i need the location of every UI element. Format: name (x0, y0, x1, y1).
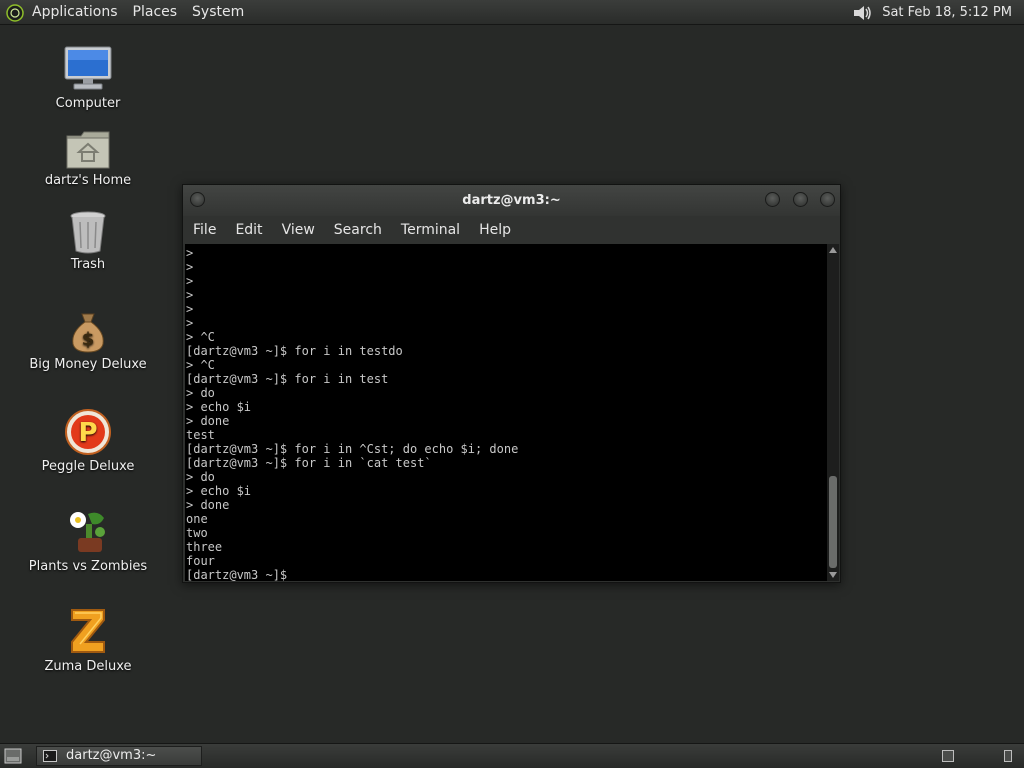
menu-places[interactable]: Places (133, 0, 178, 25)
svg-text:$: $ (82, 329, 95, 350)
terminal-line: > ^C (186, 330, 215, 344)
terminal-line: > ^C (186, 358, 215, 372)
terminal-line: four (186, 554, 215, 568)
terminal-line: > (186, 302, 194, 316)
desktop-icon-zuma[interactable]: Zuma Deluxe (23, 606, 153, 674)
show-desktop-icon[interactable] (4, 748, 22, 764)
maximize-button[interactable] (793, 192, 808, 207)
home-folder-icon (66, 131, 110, 169)
terminal-line: three (186, 540, 223, 554)
menu-view[interactable]: View (282, 222, 315, 238)
workspace-2[interactable] (1004, 750, 1012, 762)
svg-text:P: P (78, 418, 97, 448)
taskbar-button-label: dartz@vm3:~ (66, 748, 157, 763)
terminal-line: > (186, 274, 194, 288)
top-panel-menus: Applications Places System (6, 0, 259, 25)
desktop-icon-label: Plants vs Zombies (28, 559, 148, 574)
desktop-icon-label: Computer (55, 96, 121, 111)
terminal-line: > echo $i (186, 400, 252, 414)
gnome-foot-icon[interactable] (6, 3, 24, 22)
zuma-icon (71, 609, 105, 653)
system-tray: Sat Feb 18, 5:12 PM (851, 0, 1012, 25)
menu-search[interactable]: Search (334, 222, 382, 238)
desktop-icon-plants-vs-zombies[interactable]: Plants vs Zombies (23, 508, 153, 574)
computer-icon (64, 46, 112, 90)
terminal-line: [dartz@vm3 ~]$ for i in test (186, 372, 389, 386)
top-panel: Applications Places System Sat Feb 18, 5… (0, 0, 1024, 25)
menu-file[interactable]: File (193, 222, 216, 238)
menu-applications[interactable]: Applications (32, 0, 118, 25)
clock[interactable]: Sat Feb 18, 5:12 PM (882, 5, 1012, 20)
terminal-line: [dartz@vm3 ~]$ (186, 568, 295, 581)
scroll-down-icon[interactable] (829, 572, 837, 578)
window-title: dartz@vm3:~ (462, 193, 561, 208)
speaker-icon[interactable] (851, 3, 873, 23)
terminal-line: > done (186, 414, 230, 428)
desktop-icon-label: Zuma Deluxe (44, 659, 132, 674)
trash-icon (70, 211, 106, 254)
terminal-titlebar[interactable]: dartz@vm3:~ (183, 185, 840, 216)
taskbar-terminal-button[interactable]: dartz@vm3:~ (36, 746, 202, 766)
minimize-button[interactable] (765, 192, 780, 207)
close-button[interactable] (820, 192, 835, 207)
terminal-line: > (186, 246, 194, 260)
workspace-1[interactable] (942, 750, 954, 762)
desktop-icon-trash[interactable]: Trash (23, 210, 153, 272)
bottom-panel: dartz@vm3:~ (0, 743, 1024, 768)
money-bag-icon: $ (72, 313, 104, 353)
menu-help[interactable]: Help (479, 222, 511, 238)
scrollbar-thumb[interactable] (829, 476, 837, 568)
desktop-icon-label: Trash (70, 257, 106, 272)
terminal-window[interactable]: dartz@vm3:~ File Edit View Search Termin… (182, 184, 841, 583)
terminal-line: > (186, 316, 194, 330)
terminal-line: > done (186, 498, 230, 512)
desktop-icon-label: Big Money Deluxe (29, 357, 147, 372)
terminal-icon (43, 750, 57, 762)
menu-system[interactable]: System (192, 0, 244, 25)
terminal-scrollbar[interactable] (827, 244, 839, 581)
terminal-line: > (186, 260, 194, 274)
terminal-line: [dartz@vm3 ~]$ for i in testdo (186, 344, 403, 358)
terminal-output[interactable]: > > > > > > > ^C [dartz@vm3 ~]$ for i in testdo… (185, 244, 827, 581)
menu-edit[interactable]: Edit (235, 222, 262, 238)
terminal-line: test (186, 428, 215, 442)
plants-vs-zombies-icon (70, 512, 105, 552)
menu-terminal[interactable]: Terminal (401, 222, 460, 238)
terminal-line: > (186, 288, 194, 302)
desktop-icon-home[interactable]: dartz's Home (23, 130, 153, 188)
desktop-icon-label: dartz's Home (44, 173, 132, 188)
desktop-icon-label: Peggle Deluxe (41, 459, 135, 474)
terminal-line: [dartz@vm3 ~]$ for i in ^Cst; do echo $i… (186, 442, 519, 456)
terminal-line: two (186, 526, 208, 540)
desktop-icon-computer[interactable]: Computer (23, 45, 153, 111)
terminal-menubar: File Edit View Search Terminal Help (183, 216, 840, 244)
desktop-icon-big-money[interactable]: $ Big Money Deluxe (23, 310, 153, 372)
peggle-icon: P (65, 409, 111, 455)
terminal-line: > echo $i (186, 484, 252, 498)
terminal-line: [dartz@vm3 ~]$ for i in `cat test` (186, 456, 432, 470)
terminal-lines: > > > > > > > ^C [dartz@vm3 ~]$ for i in testdo… (185, 244, 827, 581)
scroll-up-icon[interactable] (829, 247, 837, 253)
window-menu-icon[interactable] (190, 192, 205, 207)
desktop-icon-peggle[interactable]: P Peggle Deluxe (23, 408, 153, 474)
terminal-line: > do (186, 386, 215, 400)
terminal-line: one (186, 512, 208, 526)
terminal-line: > do (186, 470, 215, 484)
